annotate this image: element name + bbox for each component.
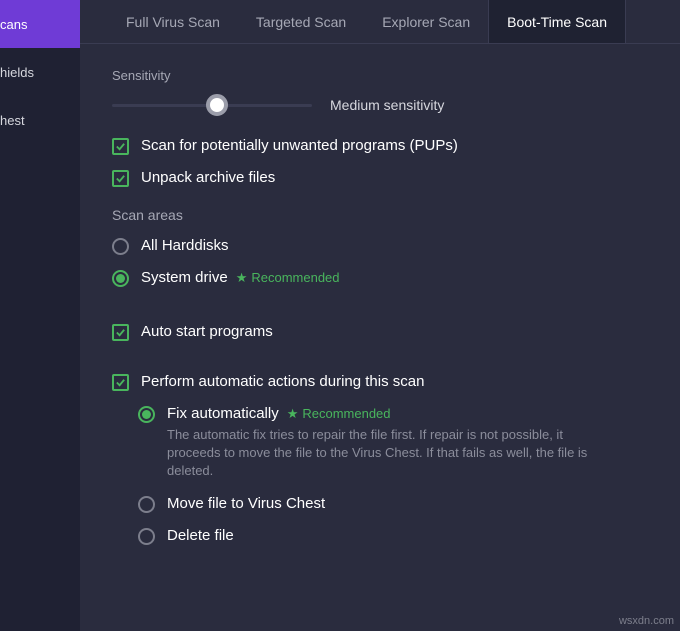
radio-sysdrive-label: System drive xyxy=(141,269,228,286)
option-actions-row: Perform automatic actions during this sc… xyxy=(112,373,648,391)
app-root: cans hields hest Full Virus Scan Targete… xyxy=(0,0,680,631)
check-icon xyxy=(115,327,126,338)
sidebar: cans hields hest xyxy=(0,0,80,631)
check-icon xyxy=(115,377,126,388)
radio-fix-label: Fix automatically xyxy=(167,405,279,422)
option-unpack-row: Unpack archive files xyxy=(112,169,648,187)
recommended-badge: ★ Recommended xyxy=(236,270,340,286)
radio-all-harddisks[interactable] xyxy=(112,238,129,255)
option-actions-label: Perform automatic actions during this sc… xyxy=(141,373,424,390)
recommended-text: Recommended xyxy=(302,406,390,421)
radio-fix-block: Fix automatically ★ Recommended The auto… xyxy=(167,405,617,481)
radio-move-chest[interactable] xyxy=(138,496,155,513)
sensitivity-title: Sensitivity xyxy=(112,68,648,83)
checkbox-perform-actions[interactable] xyxy=(112,374,129,391)
scan-areas-title: Scan areas xyxy=(112,207,648,223)
radio-fix-label-wrap: Fix automatically ★ Recommended xyxy=(167,405,617,422)
recommended-badge: ★ Recommended xyxy=(287,406,391,422)
option-autostart-label: Auto start programs xyxy=(141,323,273,340)
check-icon xyxy=(115,173,126,184)
radio-fix-desc: The automatic fix tries to repair the fi… xyxy=(167,426,617,481)
sidebar-item-chest[interactable]: hest xyxy=(0,96,80,144)
star-icon: ★ xyxy=(287,406,299,422)
radio-move-label: Move file to Virus Chest xyxy=(167,495,325,512)
sidebar-item-shields[interactable]: hields xyxy=(0,48,80,96)
watermark: wsxdn.com xyxy=(619,615,674,627)
radio-sysdrive-row: System drive ★ Recommended xyxy=(112,269,648,287)
checkbox-pup[interactable] xyxy=(112,138,129,155)
radio-delete-row: Delete file xyxy=(138,527,648,545)
sidebar-item-label: hields xyxy=(0,65,34,80)
content-area: Sensitivity Medium sensitivity Scan for … xyxy=(80,44,680,631)
tab-boot-time-scan[interactable]: Boot-Time Scan xyxy=(488,0,626,43)
radio-move-row: Move file to Virus Chest xyxy=(138,495,648,513)
sensitivity-value: Medium sensitivity xyxy=(330,97,444,113)
check-icon xyxy=(115,141,126,152)
checkbox-autostart[interactable] xyxy=(112,324,129,341)
radio-sysdrive-label-wrap: System drive ★ Recommended xyxy=(141,269,340,286)
checkbox-unpack[interactable] xyxy=(112,170,129,187)
radio-delete-label: Delete file xyxy=(167,527,234,544)
option-unpack-label: Unpack archive files xyxy=(141,169,275,186)
slider-knob[interactable] xyxy=(206,94,228,116)
radio-all-hdd-label: All Harddisks xyxy=(141,237,229,254)
sensitivity-slider[interactable] xyxy=(112,100,312,110)
option-pup-label: Scan for potentially unwanted programs (… xyxy=(141,137,458,154)
tabs: Full Virus Scan Targeted Scan Explorer S… xyxy=(80,0,680,44)
tab-full-virus-scan[interactable]: Full Virus Scan xyxy=(108,0,238,43)
option-pup-row: Scan for potentially unwanted programs (… xyxy=(112,137,648,155)
recommended-text: Recommended xyxy=(251,270,339,285)
radio-fix-auto[interactable] xyxy=(138,406,155,423)
radio-all-hdd-row: All Harddisks xyxy=(112,237,648,255)
tab-explorer-scan[interactable]: Explorer Scan xyxy=(364,0,488,43)
star-icon: ★ xyxy=(236,270,248,286)
sidebar-item-label: cans xyxy=(0,17,27,32)
radio-system-drive[interactable] xyxy=(112,270,129,287)
radio-fix-row: Fix automatically ★ Recommended The auto… xyxy=(138,405,648,481)
option-autostart-row: Auto start programs xyxy=(112,323,648,341)
radio-delete-file[interactable] xyxy=(138,528,155,545)
main-panel: Full Virus Scan Targeted Scan Explorer S… xyxy=(80,0,680,631)
sidebar-item-scans[interactable]: cans xyxy=(0,0,80,48)
sidebar-item-label: hest xyxy=(0,113,25,128)
tab-targeted-scan[interactable]: Targeted Scan xyxy=(238,0,364,43)
sensitivity-row: Medium sensitivity xyxy=(112,97,648,113)
